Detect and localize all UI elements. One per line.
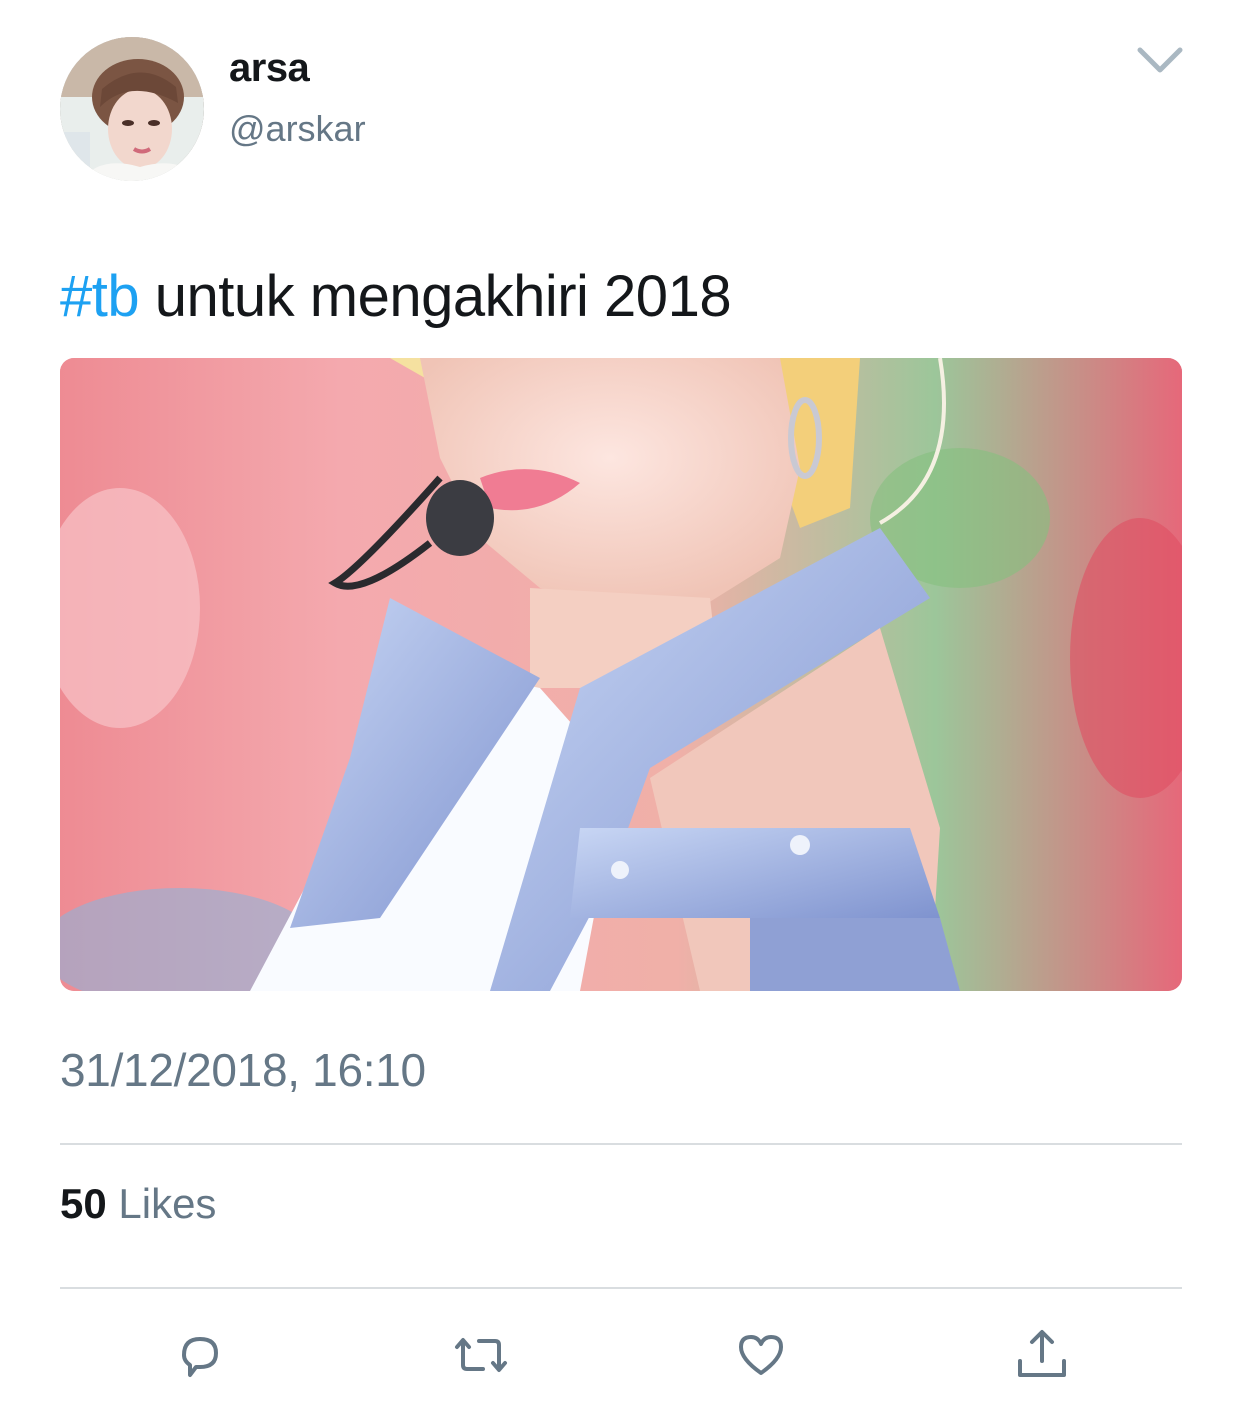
share-icon[interactable] — [1012, 1325, 1072, 1385]
reply-icon[interactable] — [170, 1325, 230, 1385]
chevron-down-icon[interactable] — [1130, 40, 1190, 80]
tweet-timestamp[interactable]: 31/12/2018, 16:10 — [60, 1043, 426, 1097]
hashtag-link[interactable]: #tb — [60, 264, 140, 329]
tweet-media-photo[interactable] — [60, 358, 1182, 991]
author-handle[interactable]: @arskar — [229, 108, 366, 150]
author-display-name[interactable]: arsa — [229, 46, 310, 91]
like-icon[interactable] — [731, 1325, 791, 1385]
likes-label: Likes — [106, 1180, 217, 1227]
tweet-body-text: untuk mengakhiri 2018 — [139, 264, 732, 329]
divider — [60, 1287, 1182, 1289]
retweet-icon[interactable] — [451, 1325, 511, 1385]
author-avatar[interactable] — [60, 37, 204, 181]
avatar-image — [60, 37, 204, 181]
divider — [60, 1143, 1182, 1145]
tweet-text: #tb untuk mengakhiri 2018 — [60, 263, 732, 330]
likes-count: 50 — [60, 1180, 107, 1227]
likes-summary[interactable]: 50 Likes — [60, 1180, 216, 1228]
